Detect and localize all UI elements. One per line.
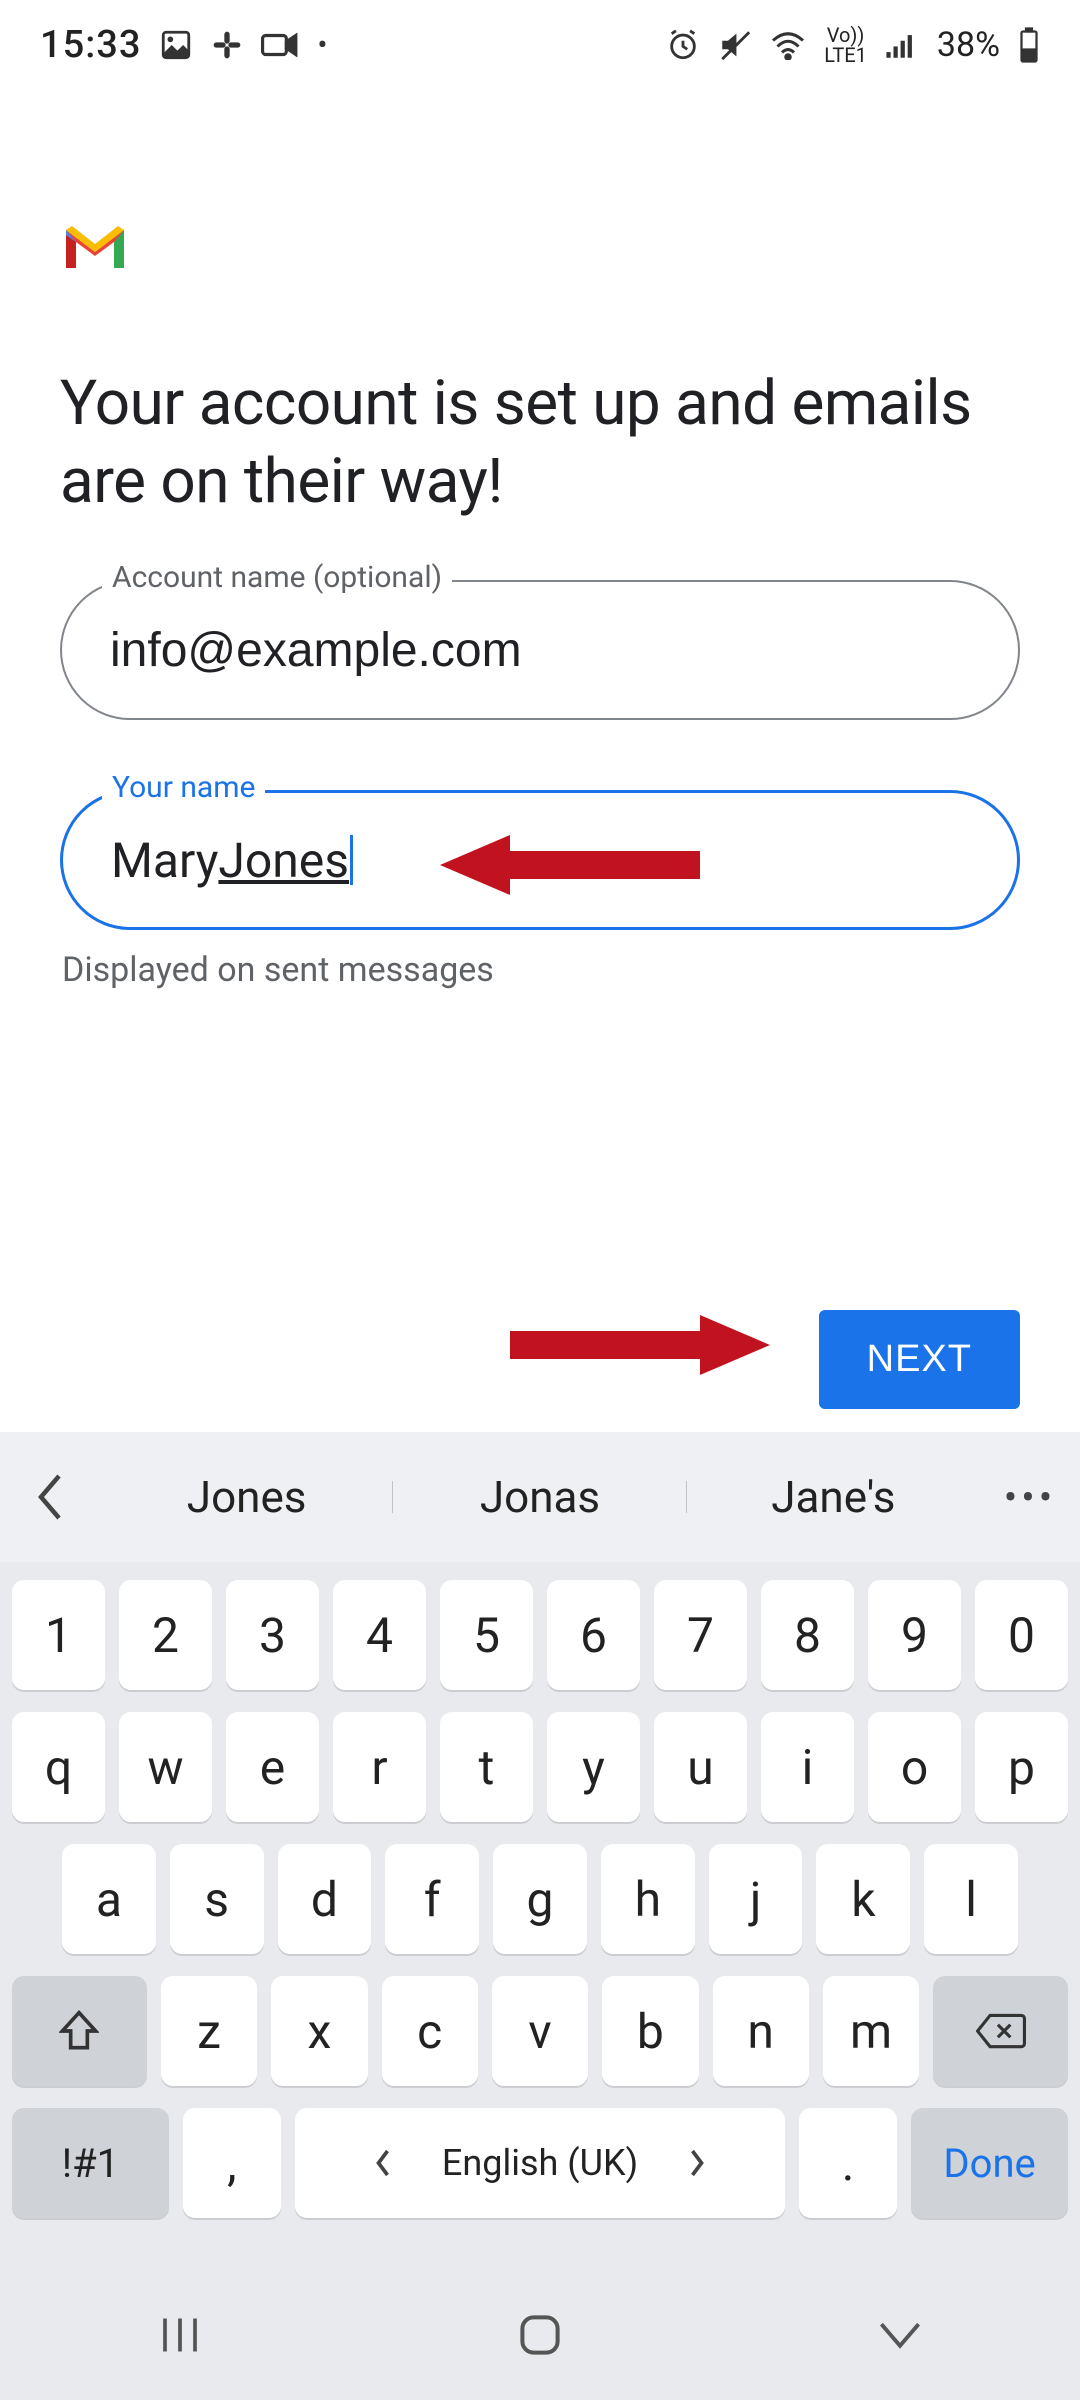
key-4[interactable]: 4 bbox=[333, 1580, 426, 1690]
key-z[interactable]: z bbox=[161, 1976, 257, 2086]
key-row-numbers: 1 2 3 4 5 6 7 8 9 0 bbox=[12, 1580, 1068, 1690]
signal-icon bbox=[885, 30, 919, 60]
key-j[interactable]: j bbox=[709, 1844, 803, 1954]
key-6[interactable]: 6 bbox=[547, 1580, 640, 1690]
setup-screen: Your account is set up and emails are on… bbox=[0, 90, 1080, 1409]
annotation-arrow-icon bbox=[510, 1310, 770, 1384]
account-name-input[interactable] bbox=[60, 580, 1020, 720]
key-o[interactable]: o bbox=[868, 1712, 961, 1822]
suggestion-back-button[interactable] bbox=[0, 1473, 100, 1521]
key-f[interactable]: f bbox=[385, 1844, 479, 1954]
alarm-icon bbox=[666, 28, 700, 62]
mute-icon bbox=[718, 28, 752, 62]
key-b[interactable]: b bbox=[602, 1976, 698, 2086]
key-symbols[interactable]: !#1 bbox=[12, 2108, 169, 2218]
your-name-helper: Displayed on sent messages bbox=[60, 950, 1020, 990]
suggestion-2[interactable]: Jonas bbox=[393, 1471, 686, 1523]
key-u[interactable]: u bbox=[654, 1712, 747, 1822]
key-p[interactable]: p bbox=[975, 1712, 1068, 1822]
soft-keyboard: Jones Jonas Jane's ••• 1 2 3 4 5 6 7 8 9… bbox=[0, 1432, 1080, 2400]
annotation-arrow-icon bbox=[440, 830, 700, 904]
key-q[interactable]: q bbox=[12, 1712, 105, 1822]
key-backspace[interactable] bbox=[933, 1976, 1068, 2086]
account-name-label: Account name (optional) bbox=[102, 560, 452, 595]
suggestion-1[interactable]: Jones bbox=[100, 1471, 393, 1523]
key-s[interactable]: s bbox=[170, 1844, 264, 1954]
key-8[interactable]: 8 bbox=[761, 1580, 854, 1690]
key-a[interactable]: a bbox=[62, 1844, 156, 1954]
key-shift[interactable] bbox=[12, 1976, 147, 2086]
account-name-field-wrap: Account name (optional) bbox=[60, 580, 1020, 720]
key-1[interactable]: 1 bbox=[12, 1580, 105, 1690]
key-done[interactable]: Done bbox=[911, 2108, 1068, 2218]
key-c[interactable]: c bbox=[382, 1976, 478, 2086]
key-n[interactable]: n bbox=[713, 1976, 809, 2086]
nav-home-button[interactable] bbox=[500, 2310, 580, 2360]
key-5[interactable]: 5 bbox=[440, 1580, 533, 1690]
gmail-logo-icon bbox=[60, 220, 130, 275]
nav-recents-button[interactable] bbox=[140, 2310, 220, 2360]
key-row-zxcv: z x c v b n m bbox=[12, 1976, 1068, 2086]
your-name-label: Your name bbox=[102, 770, 265, 805]
key-period[interactable]: . bbox=[799, 2108, 897, 2218]
image-icon bbox=[159, 28, 193, 62]
camera-icon bbox=[261, 30, 299, 60]
suggestion-bar: Jones Jonas Jane's ••• bbox=[0, 1432, 1080, 1562]
key-g[interactable]: g bbox=[493, 1844, 587, 1954]
key-comma[interactable]: , bbox=[183, 2108, 281, 2218]
key-9[interactable]: 9 bbox=[868, 1580, 961, 1690]
battery-icon bbox=[1018, 27, 1040, 63]
dot-icon: • bbox=[317, 28, 327, 63]
key-0[interactable]: 0 bbox=[975, 1580, 1068, 1690]
key-h[interactable]: h bbox=[601, 1844, 695, 1954]
page-title: Your account is set up and emails are on… bbox=[60, 365, 1020, 520]
key-v[interactable]: v bbox=[492, 1976, 588, 2086]
key-e[interactable]: e bbox=[226, 1712, 319, 1822]
key-space[interactable]: English (UK) bbox=[295, 2108, 785, 2218]
slack-icon bbox=[211, 29, 243, 61]
battery-percent: 38% bbox=[937, 25, 1000, 65]
key-row-qwerty: q w e r t y u i o p bbox=[12, 1712, 1068, 1822]
key-row-asdf: a s d f g h j k l bbox=[12, 1844, 1068, 1954]
wifi-icon bbox=[770, 30, 806, 60]
android-nav-bar bbox=[0, 2270, 1080, 2400]
key-7[interactable]: 7 bbox=[654, 1580, 747, 1690]
key-x[interactable]: x bbox=[271, 1976, 367, 2086]
clock: 15:33 bbox=[40, 23, 141, 67]
key-t[interactable]: t bbox=[440, 1712, 533, 1822]
key-w[interactable]: w bbox=[119, 1712, 212, 1822]
key-r[interactable]: r bbox=[333, 1712, 426, 1822]
network-label: Vo)) LTE1 bbox=[824, 25, 867, 65]
key-3[interactable]: 3 bbox=[226, 1580, 319, 1690]
key-row-bottom: !#1 , English (UK) . Done bbox=[12, 2108, 1068, 2218]
key-i[interactable]: i bbox=[761, 1712, 854, 1822]
key-m[interactable]: m bbox=[823, 1976, 919, 2086]
key-l[interactable]: l bbox=[924, 1844, 1018, 1954]
key-d[interactable]: d bbox=[278, 1844, 372, 1954]
key-k[interactable]: k bbox=[816, 1844, 910, 1954]
your-name-field-wrap: Your name Mary Jones bbox=[60, 790, 1020, 930]
key-2[interactable]: 2 bbox=[119, 1580, 212, 1690]
next-button[interactable]: NEXT bbox=[819, 1310, 1020, 1409]
text-cursor bbox=[350, 835, 353, 885]
key-y[interactable]: y bbox=[547, 1712, 640, 1822]
suggestion-more-button[interactable]: ••• bbox=[980, 1474, 1080, 1521]
suggestion-3[interactable]: Jane's bbox=[687, 1471, 980, 1523]
nav-back-button[interactable] bbox=[860, 2310, 940, 2360]
status-bar: 15:33 • Vo)) LTE1 38% bbox=[0, 0, 1080, 90]
